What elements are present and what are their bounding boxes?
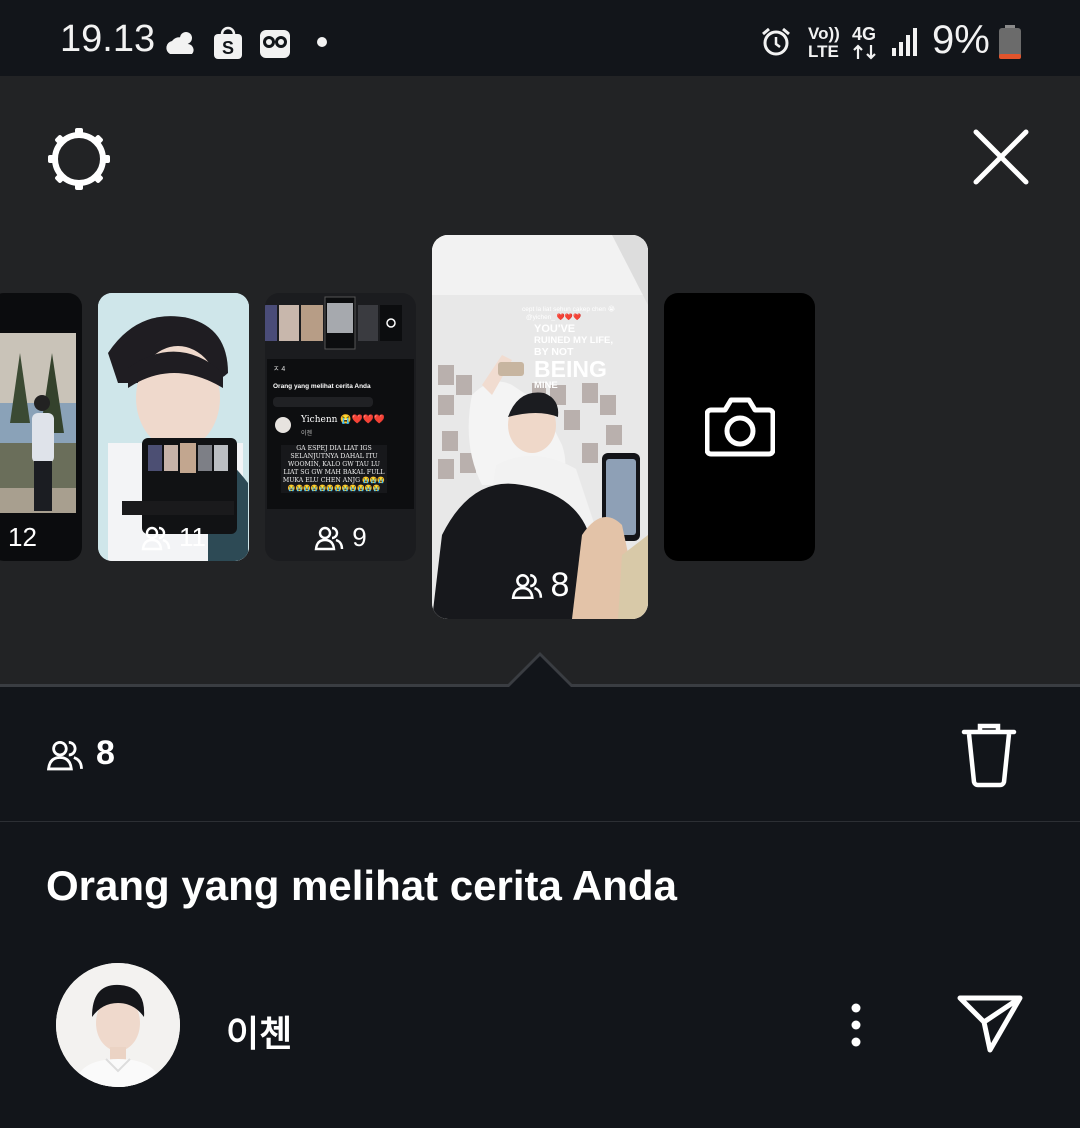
overlay-big-2: RUINED MY LIFE, [534,335,613,346]
list-item[interactable]: 이첸 [0,960,1080,1090]
screenshot-avatar [275,417,291,433]
signal-icon [892,28,917,56]
story-image [98,293,249,561]
viewer-username[interactable]: 이첸 [226,1005,292,1057]
screenshot-panel: ㅈ 4 Orang yang melihat cerita Anda Yiche… [267,359,414,509]
story-view-count: 8 [432,566,648,605]
story-view-count: 9 [265,522,416,553]
screenshot-redacted [273,397,373,407]
network-type: 4G [852,24,877,44]
volte-top: Vo)) [808,24,840,43]
story-view-count-text: 11 [179,522,206,552]
story-image [265,296,402,350]
battery-icon [999,25,1021,59]
overlay-line-1: cept la liat sehun cakep chen 😭 [522,306,616,313]
story-thumbnail[interactable]: ㅈ 4 Orang yang melihat cerita Anda Yiche… [265,293,416,561]
screenshot-name: Yichenn 😭❤️❤️❤️ [301,415,386,425]
close-icon[interactable] [970,128,1032,186]
overlay-tag: @yichen_ ❤️❤️❤️ [526,314,582,321]
svg-text:S: S [222,38,234,58]
notification-dot-icon [317,37,327,47]
viewers-icon [46,740,83,771]
overlay-big-1: YOU'VE [534,323,576,335]
gear-icon[interactable] [46,126,112,192]
story-overlay-text: cept la liat sehun cakep chen 😭 @yichen_… [522,305,646,391]
viewers-icon [141,526,171,550]
viewers-heading: Orang yang melihat cerita Anda [46,862,677,909]
story-view-count: 11 [98,522,249,553]
owl-app-icon [260,30,290,58]
story-thumbnail[interactable]: 12 [0,293,82,561]
trash-icon[interactable] [960,722,1018,788]
screenshot-sub: 이첸 [301,431,313,437]
story-view-count: 12 [8,522,82,553]
more-vertical-icon[interactable] [836,1000,876,1050]
status-time: 19.13 [60,18,156,60]
volte-bottom: LTE [808,42,839,61]
screenshot-title: Orang yang melihat cerita Anda [273,383,371,390]
selection-pointer-inner [509,656,571,687]
data-arrows-icon [853,44,876,60]
viewers-icon [314,526,344,550]
camera-icon [705,397,775,457]
shopee-bag-icon: S [214,26,242,59]
battery-percent: 9% [932,18,990,62]
story-thumbnail-selected[interactable]: cept la liat sehun cakep chen 😭 @yichen_… [432,235,648,619]
story-view-count-text: 8 [550,566,570,604]
send-icon[interactable] [956,992,1024,1056]
overlay-big-4: BEING [534,356,607,382]
avatar[interactable] [56,963,180,1087]
weather-cloud-sun-icon [166,32,194,54]
add-story-tile[interactable] [664,293,815,561]
story-image [432,235,648,619]
story-view-count-text: 12 [8,522,37,552]
section-divider [0,821,1080,822]
viewer-count: 8 [96,734,115,772]
alarm-icon [762,27,790,56]
avatar-image [56,963,180,1087]
viewers-icon [511,573,542,599]
screenshot-caption: GA ESPEJ DIA LIAT IGS SELANJUTNYA DAHAL … [281,445,387,493]
story-image [0,333,76,513]
viewer-summary-row: 8 [0,700,1080,820]
story-view-count-text: 9 [352,522,367,552]
story-thumbnail[interactable]: 11 [98,293,249,561]
status-bar: 19.13 S Vo)) LTE 4G 9% [0,0,1080,76]
screenshot-header: ㅈ 4 [273,366,286,373]
